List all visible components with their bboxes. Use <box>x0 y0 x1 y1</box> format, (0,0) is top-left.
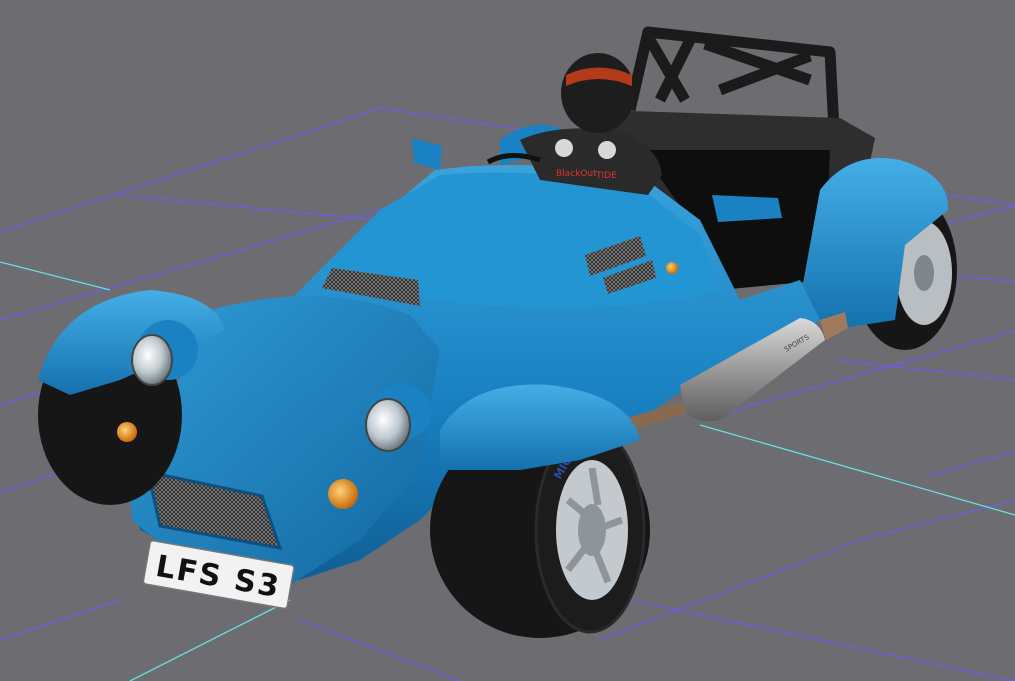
sponsor-logo <box>598 141 616 159</box>
sponsor-text: TIDE <box>595 171 617 181</box>
front-right-indicator <box>328 479 358 509</box>
left-mirror <box>412 138 442 170</box>
3d-viewport[interactable]: SPORTS MICHELIN BlackOut TIDE LFS S3 <box>0 0 1015 681</box>
right-mirror <box>712 195 782 222</box>
front-left-indicator <box>117 422 137 442</box>
driver-helmet <box>561 53 635 133</box>
side-indicator <box>666 262 678 274</box>
car-viewer-scene[interactable]: SPORTS MICHELIN BlackOut TIDE LFS S3 <box>0 0 1015 681</box>
sponsor-logo <box>555 139 573 157</box>
sponsor-text: BlackOut <box>556 169 597 179</box>
